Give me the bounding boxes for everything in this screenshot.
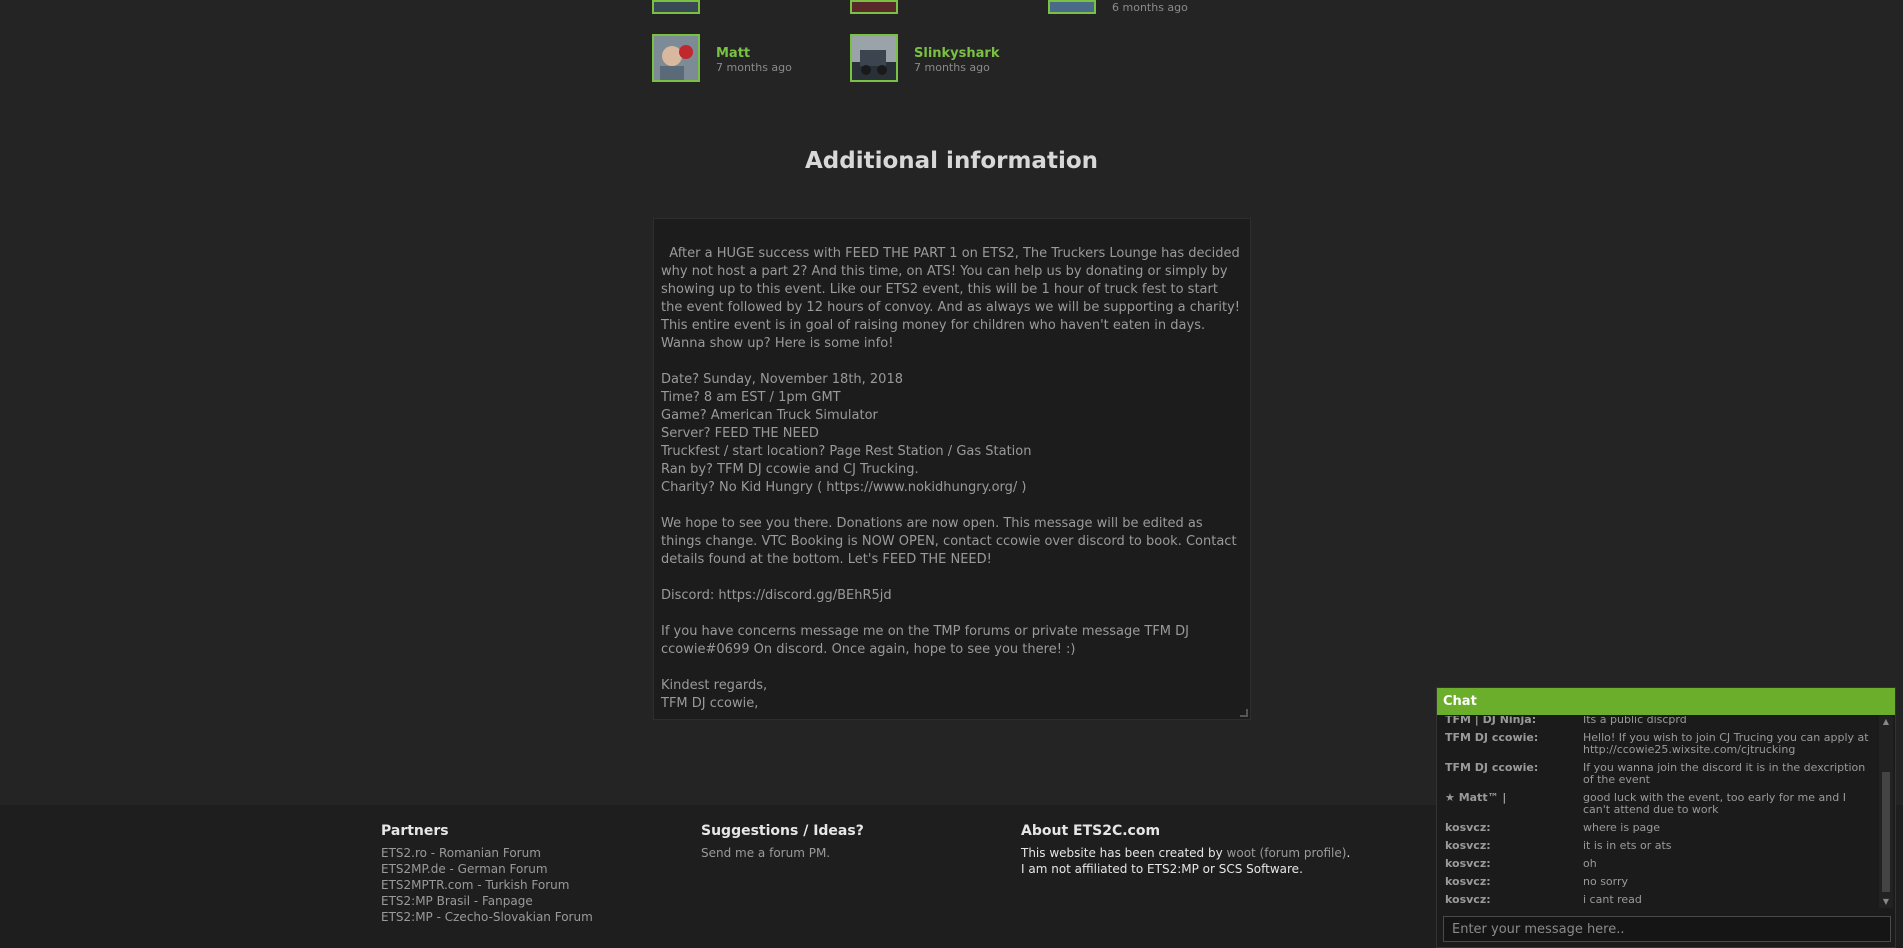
- partner-link[interactable]: ETS2:MP Brasil - Fanpage: [381, 893, 593, 909]
- chat-message-input[interactable]: [1443, 916, 1891, 942]
- chat-text: oh: [1583, 857, 1597, 870]
- avatar[interactable]: [850, 34, 898, 82]
- chat-text: where is page: [1583, 821, 1661, 834]
- avatar[interactable]: [1048, 0, 1096, 14]
- avatar-image: [654, 36, 698, 80]
- additional-info-text: After a HUGE success with FEED THE PART …: [661, 246, 1241, 711]
- partner-link[interactable]: ETS2MP.de - German Forum: [381, 861, 593, 877]
- about-line-1: This website has been created by woot (f…: [1021, 845, 1350, 861]
- chat-user: TFM DJ ccowie:: [1445, 761, 1539, 774]
- footer-about: About ETS2C.com This website has been cr…: [1021, 823, 1350, 877]
- participant-time: 7 months ago: [716, 61, 792, 74]
- chat-user: kosvcz:: [1445, 857, 1491, 870]
- forum-pm-link[interactable]: Send me a forum PM.: [701, 845, 864, 861]
- participant-time: 6 months ago: [1112, 1, 1188, 14]
- chat-user: kosvcz:: [1445, 821, 1491, 834]
- about-prefix: This website has been created by: [1021, 846, 1227, 860]
- avatar-image: [852, 36, 896, 80]
- chat-text: no sorry: [1583, 875, 1629, 888]
- chat-text: Hello! If you wish to join CJ Trucing yo…: [1583, 731, 1869, 756]
- participant-time: 7 months ago: [914, 61, 990, 74]
- chat-user: kosvcz:: [1445, 839, 1491, 852]
- chat-text: i cant read: [1583, 893, 1642, 906]
- avatar[interactable]: [652, 0, 700, 14]
- footer-heading: Partners: [381, 823, 449, 839]
- footer-heading: About ETS2C.com: [1021, 823, 1161, 839]
- avatar[interactable]: [850, 0, 898, 14]
- chat-text: Its a public discprd: [1583, 716, 1687, 726]
- participant-name[interactable]: Matt: [716, 46, 750, 61]
- chat-header[interactable]: Chat: [1437, 688, 1895, 715]
- chat-text: If you wanna join the discord it is in t…: [1583, 761, 1866, 786]
- chat-user: TFM | DJ Ninja:: [1445, 716, 1537, 726]
- footer-partners: Partners ETS2.ro - Romanian Forum ETS2MP…: [381, 823, 593, 925]
- chat-text: it is in ets or ats: [1583, 839, 1672, 852]
- about-suffix: .: [1346, 846, 1351, 860]
- partner-link[interactable]: ETS2.ro - Romanian Forum: [381, 845, 593, 861]
- chat-user: TFM DJ ccowie:: [1445, 731, 1539, 744]
- scroll-thumb[interactable]: [1882, 772, 1890, 892]
- author-link[interactable]: woot (forum profile): [1227, 846, 1347, 860]
- scroll-up-icon[interactable]: ▲: [1879, 716, 1893, 728]
- chat-user: kosvcz:: [1445, 875, 1491, 888]
- scroll-down-icon[interactable]: ▼: [1879, 896, 1893, 908]
- partner-link[interactable]: ETS2MPTR.com - Turkish Forum: [381, 877, 593, 893]
- partner-link[interactable]: ETS2:MP - Czecho-Slovakian Forum: [381, 909, 593, 925]
- chat-user: ★ Matt™ |: [1445, 791, 1507, 804]
- chat-widget: Chat TFM | DJ Ninja: Its a public discpr…: [1436, 687, 1896, 948]
- footer-heading: Suggestions / Ideas?: [701, 823, 864, 839]
- footer-suggestions: Suggestions / Ideas? Send me a forum PM.: [701, 823, 864, 861]
- section-title: Additional information: [804, 148, 1099, 174]
- participant-name[interactable]: Slinkyshark: [914, 46, 999, 61]
- chat-messages[interactable]: TFM | DJ Ninja: Its a public discprd TFM…: [1437, 716, 1878, 908]
- chat-text: good luck with the event, too early for …: [1583, 791, 1846, 816]
- chat-user: kosvcz:: [1445, 893, 1491, 906]
- resize-grip-icon[interactable]: [1240, 709, 1248, 717]
- chat-scrollbar[interactable]: ▲ ▼: [1879, 716, 1893, 908]
- avatar[interactable]: [652, 34, 700, 82]
- about-line-2: I am not affiliated to ETS2:MP or SCS So…: [1021, 862, 1303, 876]
- additional-info-textarea[interactable]: After a HUGE success with FEED THE PART …: [653, 218, 1251, 720]
